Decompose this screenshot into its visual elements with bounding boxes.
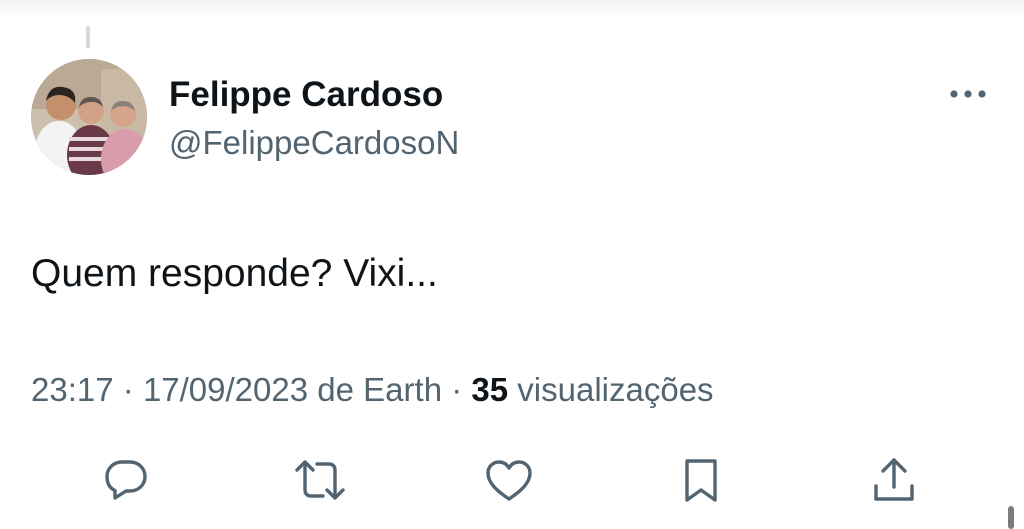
tweet-source: Earth: [363, 371, 443, 408]
tweet-time[interactable]: 23:17: [31, 371, 114, 408]
bookmark-button[interactable]: [671, 452, 731, 512]
like-button[interactable]: [479, 452, 539, 512]
meta-separator: ·: [451, 371, 463, 408]
reply-button[interactable]: [96, 452, 156, 512]
scroll-indicator: [1008, 506, 1014, 529]
meta-separator: ·: [122, 371, 134, 408]
tweet-text: Quem responde? Vixi...: [31, 252, 438, 295]
heart-icon: [484, 457, 534, 508]
source-prefix: de: [317, 371, 354, 408]
more-horizontal-icon: [948, 86, 988, 104]
share-button[interactable]: [864, 452, 924, 512]
avatar[interactable]: [31, 59, 147, 175]
tweet-action-bar: [0, 452, 1024, 512]
retweet-icon: [293, 456, 347, 509]
reply-icon: [102, 456, 150, 509]
share-icon: [870, 456, 918, 509]
views-count[interactable]: 35: [471, 371, 508, 408]
retweet-button[interactable]: [290, 452, 350, 512]
views-label[interactable]: visualizações: [517, 371, 713, 408]
tweet-date[interactable]: 17/09/2023: [143, 371, 308, 408]
tweet-detail-screen: Felippe Cardoso @FelippeCardosoN Quem re…: [0, 0, 1024, 529]
author-handle[interactable]: @FelippeCardosoN: [169, 123, 459, 163]
top-fade: [0, 0, 1024, 18]
bookmark-icon: [681, 456, 721, 509]
author-display-name[interactable]: Felippe Cardoso: [169, 74, 443, 116]
more-options-button[interactable]: [944, 80, 992, 110]
tweet-metadata: 23:17 · 17/09/2023 de Earth · 35 visuali…: [31, 370, 714, 410]
thread-connector-line: [86, 26, 90, 48]
